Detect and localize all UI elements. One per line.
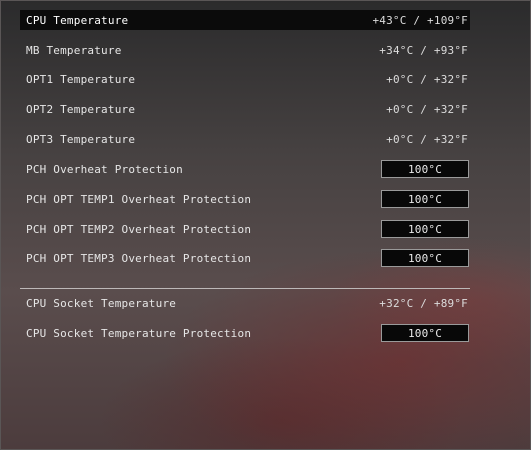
opt1-temperature-label: OPT1 Temperature xyxy=(26,72,136,86)
row-pch-overheat-protection[interactable]: PCH Overheat Protection 100°C xyxy=(20,159,470,179)
pch-opt-temp2-label: PCH OPT TEMP2 Overheat Protection xyxy=(26,222,252,236)
hardware-monitor-panel: CPU Temperature +43°C / +109°F MB Temper… xyxy=(0,0,531,450)
row-pch-opt-temp2-overheat-protection[interactable]: PCH OPT TEMP2 Overheat Protection 100°C xyxy=(20,219,470,239)
opt2-temperature-value: +0°C / +32°F xyxy=(386,102,468,116)
section-divider xyxy=(20,288,470,289)
cpu-socket-protection-label: CPU Socket Temperature Protection xyxy=(26,326,252,340)
pch-overheat-protection-field[interactable]: 100°C xyxy=(381,160,469,178)
pch-overheat-protection-label: PCH Overheat Protection xyxy=(26,162,183,176)
cpu-socket-protection-field[interactable]: 100°C xyxy=(381,324,469,342)
row-opt1-temperature[interactable]: OPT1 Temperature +0°C / +32°F xyxy=(20,69,470,89)
mb-temperature-value: +34°C / +93°F xyxy=(379,43,468,57)
row-cpu-socket-temperature[interactable]: CPU Socket Temperature +32°C / +89°F xyxy=(20,293,470,313)
row-cpu-temperature[interactable]: CPU Temperature +43°C / +109°F xyxy=(20,10,470,30)
row-pch-opt-temp3-overheat-protection[interactable]: PCH OPT TEMP3 Overheat Protection 100°C xyxy=(20,248,470,268)
opt1-temperature-value: +0°C / +32°F xyxy=(386,72,468,86)
pch-opt-temp2-field[interactable]: 100°C xyxy=(381,220,469,238)
opt3-temperature-value: +0°C / +32°F xyxy=(386,132,468,146)
pch-opt-temp3-field[interactable]: 100°C xyxy=(381,249,469,267)
row-cpu-socket-temperature-protection[interactable]: CPU Socket Temperature Protection 100°C xyxy=(20,323,470,343)
row-mb-temperature[interactable]: MB Temperature +34°C / +93°F xyxy=(20,40,470,60)
mb-temperature-label: MB Temperature xyxy=(26,43,122,57)
row-opt3-temperature[interactable]: OPT3 Temperature +0°C / +32°F xyxy=(20,129,470,149)
row-pch-opt-temp1-overheat-protection[interactable]: PCH OPT TEMP1 Overheat Protection 100°C xyxy=(20,189,470,209)
pch-opt-temp3-label: PCH OPT TEMP3 Overheat Protection xyxy=(26,251,252,265)
pch-opt-temp1-field[interactable]: 100°C xyxy=(381,190,469,208)
cpu-socket-temperature-value: +32°C / +89°F xyxy=(379,296,468,310)
opt3-temperature-label: OPT3 Temperature xyxy=(26,132,136,146)
cpu-socket-temperature-label: CPU Socket Temperature xyxy=(26,296,177,310)
opt2-temperature-label: OPT2 Temperature xyxy=(26,102,136,116)
row-opt2-temperature[interactable]: OPT2 Temperature +0°C / +32°F xyxy=(20,99,470,119)
pch-opt-temp1-label: PCH OPT TEMP1 Overheat Protection xyxy=(26,192,252,206)
cpu-temperature-value: +43°C / +109°F xyxy=(372,13,468,27)
cpu-temperature-label: CPU Temperature xyxy=(26,13,129,27)
